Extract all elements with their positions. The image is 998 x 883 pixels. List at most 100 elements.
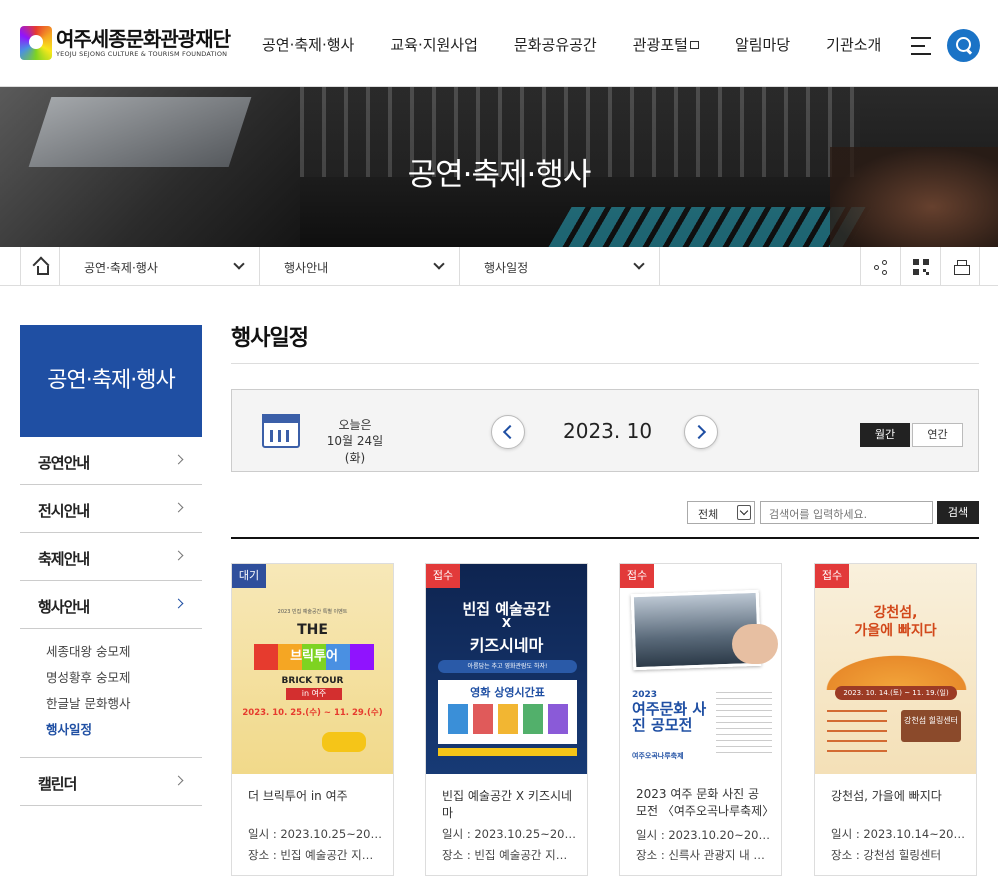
sidebar-title: 공연·축제·행사 xyxy=(20,325,202,437)
location-depth1-select[interactable]: 공연·축제·행사 xyxy=(60,247,260,286)
event-place: 장소 : 빈집 예술공간 지하층 xyxy=(442,848,576,862)
main-navigation: 공연·축제·행사 교육·지원사업 문화공유공간 관광포털 알림마당 기관소개 xyxy=(262,34,881,55)
event-place: 장소 : 빈집 예술공간 지상층 xyxy=(248,848,382,862)
sidebar-item-label: 축제안내 xyxy=(38,550,90,568)
event-poster-kids-cinema: 접수 빈집 예술공간 X 키즈시네마 아름답는 추고 영화관람도 하자! 영화 … xyxy=(426,564,587,774)
logo-mark-icon xyxy=(20,26,52,60)
sidebar-item-label: 공연안내 xyxy=(38,454,90,472)
location-depth1-label: 공연·축제·행사 xyxy=(84,261,158,275)
qr-code-icon xyxy=(913,259,929,275)
poster-text: 강천섬 힐링센터 xyxy=(901,710,961,742)
banner-title: 공연·축제·행사 xyxy=(407,157,592,193)
sidebar-item-label: 전시안내 xyxy=(38,502,90,520)
poster-text: 아름답는 추고 영화관람도 하자! xyxy=(438,660,577,673)
nav-notice[interactable]: 알림마당 xyxy=(735,34,790,55)
event-poster-brick-tour: 대기 2023 빈집 예술공간 특별 이벤트 THE 브릭투어 BRICK TO… xyxy=(232,564,393,774)
sidebar-sub-event-schedule[interactable]: 행사일정 xyxy=(46,717,202,743)
hamburger-menu-icon[interactable] xyxy=(911,37,933,55)
poster-text: 영화 상영시간표 xyxy=(470,686,545,699)
event-title: 강천섬, 가을에 빠지다 xyxy=(831,789,942,803)
event-card[interactable]: 접수 강천섬, 가을에 빠지다 2023. 10. 14.(토) ~ 11. 1… xyxy=(814,563,977,876)
sidebar-submenu: 세종대왕 숭모제 명성황후 숭모제 한글날 문화행사 행사일정 xyxy=(20,629,202,758)
event-date: 일시 : 2023.10.14~2023.11.19 xyxy=(831,827,965,841)
event-poster-photo-contest: 접수 2023 여주문화 사진 공모전 여주오곡나루축제 xyxy=(620,564,781,774)
status-badge: 접수 xyxy=(815,564,849,588)
site-header: 여주세종문화관광재단 YEOJU SEJONG CULTURE & TOURIS… xyxy=(0,0,998,87)
status-badge: 접수 xyxy=(620,564,654,588)
view-monthly-button[interactable]: 월간 xyxy=(860,423,910,447)
month-navigator: 오늘은 10월 24일(화) 2023. 10 월간 연간 xyxy=(231,389,979,472)
poster-text: 강천섬, xyxy=(873,605,918,621)
sidebar-item-exhibition[interactable]: 전시안내 xyxy=(20,485,202,533)
nav-culture-space[interactable]: 문화공유공간 xyxy=(514,34,597,55)
location-depth3-select[interactable]: 행사일정 xyxy=(460,247,660,286)
home-button[interactable] xyxy=(20,247,60,286)
logo-korean-name: 여주세종문화관광재단 xyxy=(56,26,231,51)
nav-performance-festival[interactable]: 공연·축제·행사 xyxy=(262,34,354,55)
filter-select-value: 전체 xyxy=(698,508,719,521)
nav-about[interactable]: 기관소개 xyxy=(826,34,881,55)
poster-text: 2023 빈집 예술공간 특별 이벤트 xyxy=(277,609,348,615)
poster-text: in 여주 xyxy=(286,688,342,700)
chevron-right-icon xyxy=(173,550,184,561)
sidebar-sub-sejong[interactable]: 세종대왕 숭모제 xyxy=(46,639,202,665)
filter-select[interactable]: 전체 xyxy=(687,501,755,524)
chevron-right-icon xyxy=(173,775,184,786)
today-date: 10월 24일(화) xyxy=(326,434,384,465)
nav-education-support[interactable]: 교육·지원사업 xyxy=(390,34,478,55)
print-button[interactable] xyxy=(940,247,980,286)
prev-month-button[interactable] xyxy=(491,415,525,449)
sidebar: 공연·축제·행사 공연안내 전시안내 축제안내 행사안내 세종대왕 숭모제 명성… xyxy=(20,325,202,806)
event-card[interactable]: 대기 2023 빈집 예술공간 특별 이벤트 THE 브릭투어 BRICK TO… xyxy=(231,563,394,876)
chevron-right-icon xyxy=(173,502,184,513)
event-card[interactable]: 접수 빈집 예술공간 X 키즈시네마 아름답는 추고 영화관람도 하자! 영화 … xyxy=(425,563,588,876)
status-badge: 대기 xyxy=(232,564,266,588)
event-date: 일시 : 2023.10.25~2023.11.29 xyxy=(442,827,576,841)
event-card-list: 대기 2023 빈집 예술공간 특별 이벤트 THE 브릭투어 BRICK TO… xyxy=(231,563,979,883)
share-icon xyxy=(873,259,889,275)
calendar-icon xyxy=(262,414,300,448)
main-content: 행사일정 오늘은 10월 24일(화) 2023. 10 월간 연간 전체 검색… xyxy=(231,320,979,876)
external-link-icon xyxy=(689,41,699,49)
sidebar-item-festival[interactable]: 축제안내 xyxy=(20,533,202,581)
sidebar-item-calendar[interactable]: 캘린더 xyxy=(20,758,202,806)
location-depth3-label: 행사일정 xyxy=(484,261,529,275)
view-yearly-button[interactable]: 연간 xyxy=(912,423,963,447)
qr-code-button[interactable] xyxy=(900,247,940,286)
site-logo[interactable]: 여주세종문화관광재단 YEOJU SEJONG CULTURE & TOURIS… xyxy=(20,26,231,60)
sidebar-sub-hangul-day[interactable]: 한글날 문화행사 xyxy=(46,691,202,717)
chevron-down-icon xyxy=(737,505,751,520)
share-button[interactable] xyxy=(860,247,900,286)
home-icon xyxy=(34,260,49,275)
event-place: 장소 : 신륵사 관광지 내 일원 xyxy=(636,848,770,862)
current-month: 2023. 10 xyxy=(563,419,653,443)
event-card[interactable]: 접수 2023 여주문화 사진 공모전 여주오곡나루축제 2023 여주 문화 … xyxy=(619,563,782,876)
poster-timetable: 영화 상영시간표 xyxy=(438,680,577,744)
chevron-left-icon xyxy=(502,424,518,440)
event-date: 일시 : 2023.10.20~2023.11.03 xyxy=(636,828,770,842)
page-title: 행사일정 xyxy=(231,320,979,364)
nav-tourism-portal[interactable]: 관광포털 xyxy=(633,34,699,55)
poster-text: THE xyxy=(297,622,328,638)
sidebar-item-performance[interactable]: 공연안내 xyxy=(20,437,202,485)
search-icon[interactable] xyxy=(947,29,980,62)
status-badge: 접수 xyxy=(426,564,460,588)
chevron-right-icon xyxy=(173,598,184,609)
location-depth2-select[interactable]: 행사안내 xyxy=(260,247,460,286)
poster-text: 2023 xyxy=(632,690,658,700)
poster-text: BRICK TOUR xyxy=(281,676,344,686)
search-bar: 전체 검색 xyxy=(231,501,979,539)
poster-text: X xyxy=(501,616,512,630)
location-bar: 공연·축제·행사 행사안내 행사일정 xyxy=(0,247,998,286)
sidebar-item-events[interactable]: 행사안내 xyxy=(20,581,202,629)
sidebar-item-label: 캘린더 xyxy=(38,775,77,793)
event-date: 일시 : 2023.10.25~2023.11.29 xyxy=(248,827,382,841)
poster-text: 여주오곡나루축제 xyxy=(632,752,684,760)
sidebar-sub-myeongseong[interactable]: 명성황후 숭모제 xyxy=(46,665,202,691)
keyword-input[interactable] xyxy=(760,501,933,524)
sidebar-item-label: 행사안내 xyxy=(38,598,90,616)
today-label: 오늘은 xyxy=(338,418,372,432)
location-depth2-label: 행사안내 xyxy=(284,261,329,275)
next-month-button[interactable] xyxy=(684,415,718,449)
search-submit-button[interactable]: 검색 xyxy=(937,501,979,524)
